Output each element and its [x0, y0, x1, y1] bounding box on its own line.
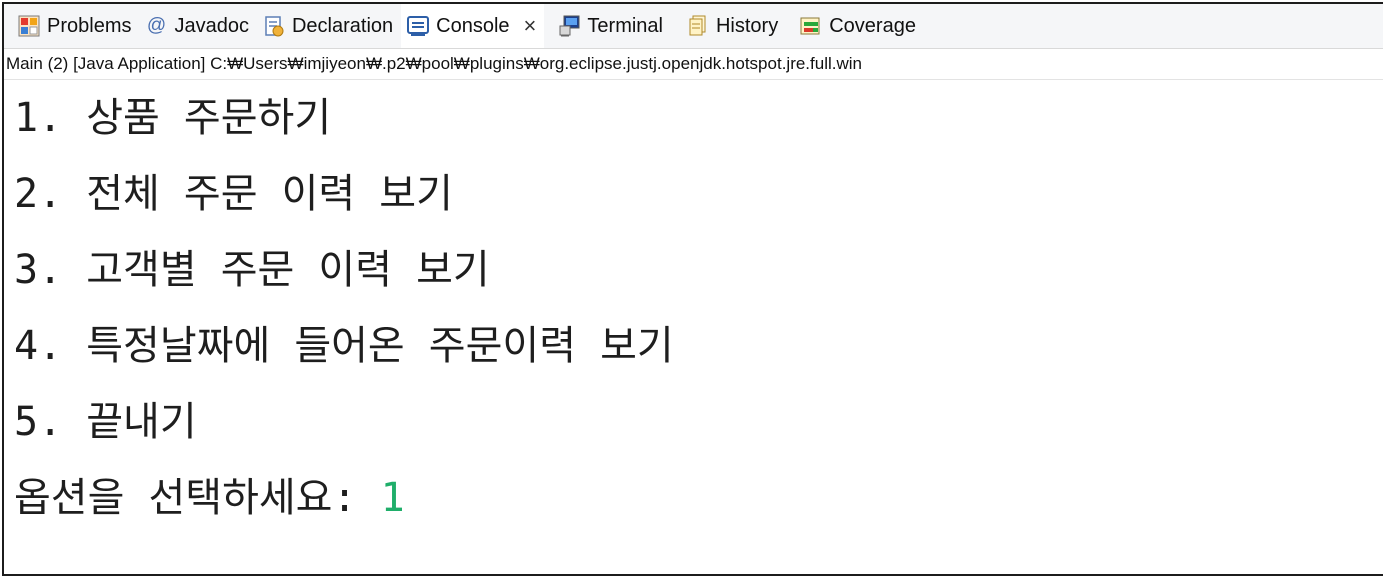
tab-label: Javadoc — [174, 14, 249, 37]
tab-coverage[interactable]: Coverage — [794, 4, 924, 48]
tab-terminal[interactable]: Terminal — [552, 4, 671, 48]
declaration-icon — [263, 15, 285, 37]
problems-icon — [18, 15, 40, 37]
close-icon[interactable]: × — [524, 15, 537, 37]
tab-javadoc[interactable]: @ Javadoc — [139, 4, 257, 48]
tab-history[interactable]: History — [681, 4, 786, 48]
tab-label: Problems — [47, 14, 132, 37]
console-prompt: 옵션을 선택하세요: — [14, 475, 381, 521]
console-view: Problems @ Javadoc Declaration Console ×… — [2, 2, 1383, 576]
console-line: 3. 고객별 주문 이력 보기 — [14, 247, 490, 293]
tab-label: Coverage — [829, 14, 916, 37]
tab-label: Declaration — [291, 14, 394, 37]
coverage-icon — [800, 15, 822, 37]
console-output[interactable]: 1. 상품 주문하기 2. 전체 주문 이력 보기 3. 고객별 주문 이력 보… — [4, 82, 1383, 574]
tab-console[interactable]: Console × — [401, 4, 545, 48]
console-line: 1. 상품 주문하기 — [14, 95, 332, 141]
tab-declaration[interactable]: Declaration — [257, 4, 401, 48]
tab-label: Console — [436, 14, 510, 37]
tab-problems[interactable]: Problems — [12, 4, 139, 48]
console-prompt-line: 옵션을 선택하세요: 1 — [14, 470, 405, 526]
console-line: 4. 특정날짜에 들어온 주문이력 보기 — [14, 323, 674, 369]
history-icon — [687, 15, 709, 37]
tab-label: History — [715, 14, 779, 37]
console-line: 5. 끝내기 — [14, 399, 197, 445]
console-user-input: 1 — [380, 475, 405, 521]
launch-configuration-label: Main (2) [Java Application] C:₩Users₩imj… — [4, 48, 1383, 80]
terminal-icon — [558, 15, 580, 37]
console-line: 2. 전체 주문 이력 보기 — [14, 171, 453, 217]
view-tab-bar: Problems @ Javadoc Declaration Console ×… — [4, 4, 1383, 48]
tab-label: Terminal — [587, 14, 663, 37]
console-icon — [407, 15, 430, 37]
javadoc-icon: @ — [146, 15, 167, 36]
